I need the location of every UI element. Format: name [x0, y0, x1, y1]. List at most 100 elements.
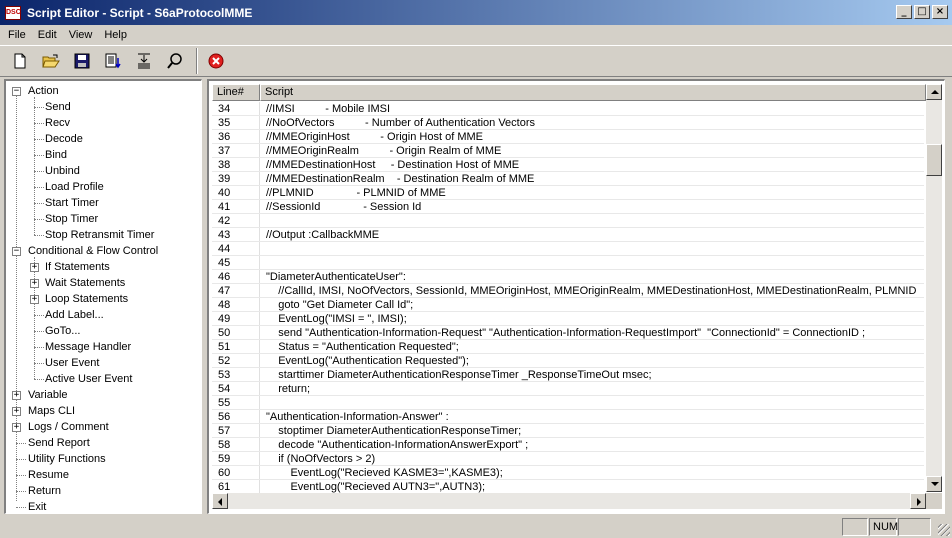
- script-code[interactable]: //PLMNID - PLMNID of MME: [260, 186, 924, 199]
- tree-node-decode[interactable]: Decode: [34, 131, 83, 147]
- script-row[interactable]: 35//NoOfVectors - Number of Authenticati…: [212, 116, 924, 130]
- script-row[interactable]: 50 send "Authentication-Information-Requ…: [212, 326, 924, 340]
- tree-node-action[interactable]: − Action: [12, 83, 59, 99]
- tree-node-unbind[interactable]: Unbind: [34, 163, 80, 179]
- tree-node-return[interactable]: Return: [16, 483, 61, 499]
- tree-node-maps-cli[interactable]: + Maps CLI: [12, 403, 75, 419]
- script-code[interactable]: //NoOfVectors - Number of Authentication…: [260, 116, 924, 129]
- tree-node-variable[interactable]: + Variable: [12, 387, 68, 403]
- tree-node-user-event[interactable]: User Event: [34, 355, 99, 371]
- tree-node-goto[interactable]: GoTo...: [34, 323, 80, 339]
- tree-node-add-label[interactable]: Add Label...: [34, 307, 104, 323]
- tree-node-if-statements[interactable]: + If Statements: [30, 259, 110, 275]
- import-button[interactable]: [101, 49, 125, 73]
- script-row[interactable]: 40//PLMNID - PLMNID of MME: [212, 186, 924, 200]
- script-code[interactable]: Status = "Authentication Requested";: [260, 340, 924, 353]
- script-code[interactable]: if (NoOfVectors > 2): [260, 452, 924, 465]
- scroll-up-button[interactable]: [926, 84, 942, 100]
- script-row[interactable]: 47 //CallId, IMSI, NoOfVectors, SessionI…: [212, 284, 924, 298]
- script-code[interactable]: [260, 256, 924, 269]
- script-code[interactable]: [260, 396, 924, 409]
- tree-node-send-report[interactable]: Send Report: [16, 435, 90, 451]
- tree-node-active-user-event[interactable]: Active User Event: [34, 371, 132, 387]
- tree-node-bind[interactable]: Bind: [34, 147, 67, 163]
- expand-icon[interactable]: +: [30, 279, 39, 288]
- vertical-scroll-thumb[interactable]: [926, 144, 942, 176]
- column-header-line[interactable]: Line#: [212, 84, 260, 101]
- new-button[interactable]: [8, 49, 32, 73]
- tree-node-conditional-flow-control[interactable]: − Conditional & Flow Control: [12, 243, 158, 259]
- tree-node-message-handler[interactable]: Message Handler: [34, 339, 131, 355]
- maximize-button[interactable]: □: [914, 5, 930, 19]
- script-code[interactable]: //MMEOriginHost - Origin Host of MME: [260, 130, 924, 143]
- script-row[interactable]: 34//IMSI - Mobile IMSI: [212, 102, 924, 116]
- menu-help[interactable]: Help: [98, 29, 133, 41]
- script-code[interactable]: //Output :CallbackMME: [260, 228, 924, 241]
- script-row[interactable]: 46 "DiameterAuthenticateUser":: [212, 270, 924, 284]
- expand-icon[interactable]: +: [30, 295, 39, 304]
- action-tree[interactable]: − Action Send Recv Decode Bind Unbind Lo…: [4, 79, 202, 514]
- vertical-scrollbar[interactable]: [926, 84, 942, 492]
- tree-node-utility-functions[interactable]: Utility Functions: [16, 451, 106, 467]
- script-code[interactable]: EventLog("Recieved AUTN3=",AUTN3);: [260, 480, 924, 493]
- script-row[interactable]: 42: [212, 214, 924, 228]
- tree-node-load-profile[interactable]: Load Profile: [34, 179, 104, 195]
- tree-node-loop-statements[interactable]: + Loop Statements: [30, 291, 128, 307]
- script-code[interactable]: [260, 214, 924, 227]
- script-code[interactable]: //CallId, IMSI, NoOfVectors, SessionId, …: [260, 284, 924, 297]
- collapse-icon[interactable]: −: [12, 247, 21, 256]
- script-code[interactable]: stoptimer DiameterAuthenticationResponse…: [260, 424, 924, 437]
- script-row[interactable]: 53 starttimer DiameterAuthenticationResp…: [212, 368, 924, 382]
- tree-node-exit[interactable]: Exit: [16, 499, 46, 513]
- script-code[interactable]: "DiameterAuthenticateUser":: [260, 270, 924, 283]
- save-button[interactable]: [70, 49, 94, 73]
- script-row[interactable]: 45: [212, 256, 924, 270]
- horizontal-scrollbar[interactable]: [212, 493, 926, 509]
- script-row[interactable]: 41//SessionId - Session Id: [212, 200, 924, 214]
- script-row[interactable]: 43//Output :CallbackMME: [212, 228, 924, 242]
- script-code[interactable]: "Authentication-Information-Answer" :: [260, 410, 924, 423]
- scroll-left-button[interactable]: [212, 493, 228, 509]
- expand-icon[interactable]: +: [12, 391, 21, 400]
- expand-icon[interactable]: +: [12, 423, 21, 432]
- script-row[interactable]: 38//MMEDestinationHost - Destination Hos…: [212, 158, 924, 172]
- script-row[interactable]: 52 EventLog("Authentication Requested");: [212, 354, 924, 368]
- script-row[interactable]: 55: [212, 396, 924, 410]
- script-row[interactable]: 58 decode "Authentication-InformationAns…: [212, 438, 924, 452]
- script-row[interactable]: 60 EventLog("Recieved KASME3=",KASME3);: [212, 466, 924, 480]
- script-code[interactable]: EventLog("Recieved KASME3=",KASME3);: [260, 466, 924, 479]
- find-button[interactable]: [163, 49, 187, 73]
- script-code[interactable]: return;: [260, 382, 924, 395]
- script-row[interactable]: 37//MMEOriginRealm - Origin Realm of MME: [212, 144, 924, 158]
- script-row[interactable]: 44: [212, 242, 924, 256]
- script-row[interactable]: 54 return;: [212, 382, 924, 396]
- menu-file[interactable]: File: [2, 29, 32, 41]
- script-code[interactable]: //IMSI - Mobile IMSI: [260, 102, 924, 115]
- close-button[interactable]: ×: [932, 5, 948, 19]
- tree-node-wait-statements[interactable]: + Wait Statements: [30, 275, 125, 291]
- open-button[interactable]: [39, 49, 63, 73]
- script-row[interactable]: 36//MMEOriginHost - Origin Host of MME: [212, 130, 924, 144]
- script-code[interactable]: goto "Get Diameter Call Id";: [260, 298, 924, 311]
- script-row[interactable]: 59 if (NoOfVectors > 2): [212, 452, 924, 466]
- script-code[interactable]: decode "Authentication-InformationAnswer…: [260, 438, 924, 451]
- menu-view[interactable]: View: [63, 29, 99, 41]
- script-row[interactable]: 39//MMEDestinationRealm - Destination Re…: [212, 172, 924, 186]
- stop-button[interactable]: [204, 49, 228, 73]
- script-row[interactable]: 49 EventLog("IMSI = ", IMSI);: [212, 312, 924, 326]
- tree-node-stop-retransmit-timer[interactable]: Stop Retransmit Timer: [34, 227, 154, 243]
- tree-node-start-timer[interactable]: Start Timer: [34, 195, 99, 211]
- tree-node-recv[interactable]: Recv: [34, 115, 70, 131]
- menu-edit[interactable]: Edit: [32, 29, 63, 41]
- script-row[interactable]: 51 Status = "Authentication Requested";: [212, 340, 924, 354]
- scroll-down-button[interactable]: [926, 476, 942, 492]
- script-code[interactable]: //MMEOriginRealm - Origin Realm of MME: [260, 144, 924, 157]
- script-code[interactable]: //SessionId - Session Id: [260, 200, 924, 213]
- expand-icon[interactable]: +: [12, 407, 21, 416]
- column-header-script[interactable]: Script: [260, 84, 926, 101]
- expand-icon[interactable]: +: [30, 263, 39, 272]
- resize-grip-icon[interactable]: [938, 524, 950, 536]
- tree-node-stop-timer[interactable]: Stop Timer: [34, 211, 98, 227]
- tree-node-resume[interactable]: Resume: [16, 467, 69, 483]
- script-code[interactable]: starttimer DiameterAuthenticationRespons…: [260, 368, 924, 381]
